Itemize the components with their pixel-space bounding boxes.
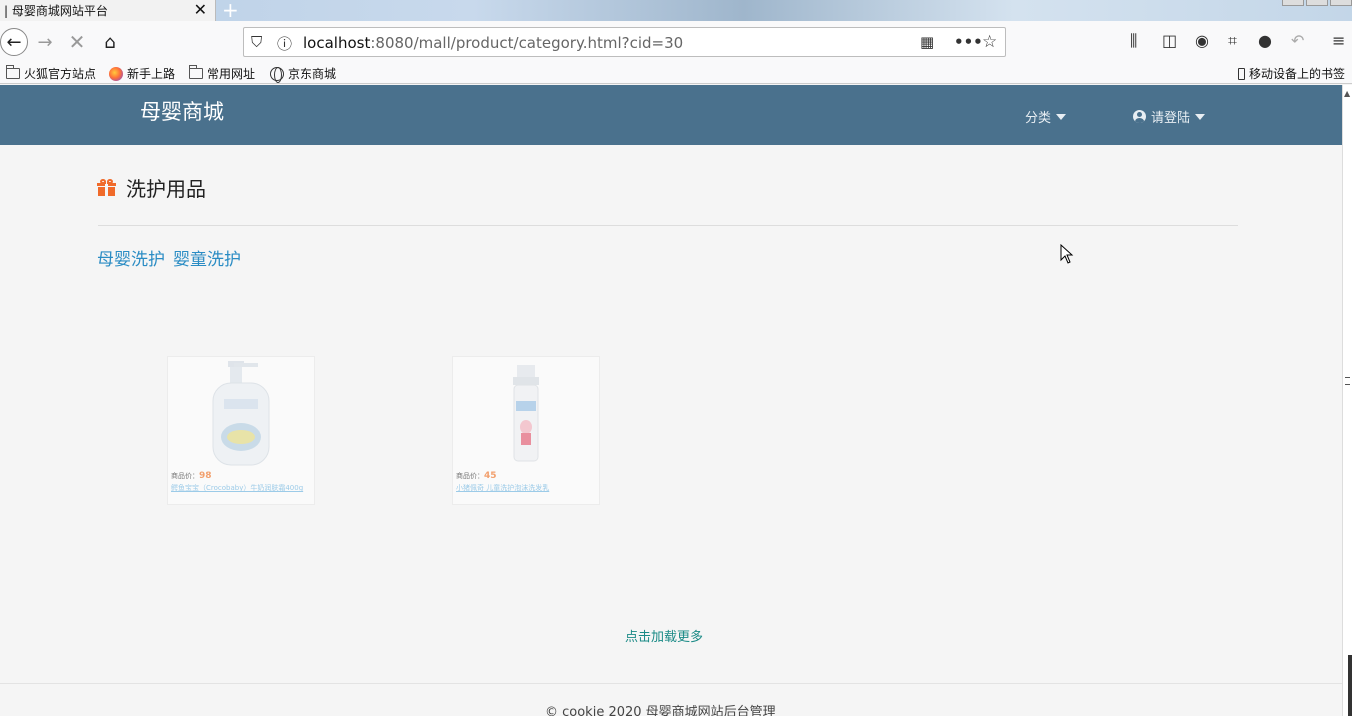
caret-down-icon: [1195, 113, 1206, 120]
login-menu-label: 请登陆: [1151, 111, 1191, 126]
subcategory-link[interactable]: 婴童洗护: [173, 245, 241, 270]
category-title: 洗护用品: [126, 177, 206, 201]
library-icon[interactable]: ⫼: [1130, 31, 1137, 51]
screenshot-crop-icon[interactable]: ⌗: [1228, 31, 1237, 51]
page-viewport: 母婴商城 分类 请登陆 洗护用品 母婴洗护 婴童洗护 商品价：98 鳄鱼宝宝（C…: [0, 85, 1342, 716]
category-menu[interactable]: 分类: [1025, 107, 1067, 126]
scroll-up-arrow-icon[interactable]: ▲: [1344, 89, 1350, 98]
account-icon[interactable]: ◉: [1195, 31, 1209, 50]
globe-icon: [270, 66, 284, 83]
site-brand[interactable]: 母婴商城: [140, 96, 224, 126]
bookmark-item[interactable]: 新手上路: [109, 65, 175, 82]
window-close-button[interactable]: [1330, 0, 1352, 6]
undo-icon[interactable]: ↶: [1291, 31, 1304, 50]
mobile-device-icon: [1238, 67, 1245, 80]
load-more-link[interactable]: 点击加载更多: [625, 626, 703, 645]
bookmark-item[interactable]: 火狐官方站点: [6, 65, 96, 82]
qr-code-icon[interactable]: ▦: [920, 33, 934, 51]
window-controls: [1282, 0, 1352, 6]
home-icon[interactable]: ⌂: [97, 29, 123, 55]
mouse-pointer-icon: [1060, 244, 1074, 264]
product-image[interactable]: [168, 357, 314, 469]
forward-arrow-icon[interactable]: →: [32, 29, 58, 55]
scroll-grip[interactable]: [1345, 377, 1350, 385]
bookmark-item[interactable]: 京东商城: [270, 65, 336, 83]
maximize-button[interactable]: [1306, 0, 1328, 6]
footer-divider: [0, 683, 1342, 684]
caret-down-icon: [1056, 113, 1067, 120]
shield-icon[interactable]: ⛉: [251, 33, 262, 51]
subcategory-list: 母婴洗护 婴童洗护: [97, 245, 241, 270]
mobile-bookmarks[interactable]: 移动设备上的书签: [1238, 65, 1345, 82]
site-header: 母婴商城 分类 请登陆: [0, 85, 1342, 145]
back-arrow-icon[interactable]: ←: [0, 28, 28, 56]
folder-icon: [189, 65, 203, 79]
gift-icon: [97, 179, 116, 196]
stop-loading-icon[interactable]: ✕: [64, 29, 90, 55]
tab-title: | 母婴商城网站平台: [4, 4, 108, 18]
product-image[interactable]: [453, 357, 599, 469]
navigation-toolbar: ← → ✕ ⌂ ⛉ ⓘ localhost:8080/mall/product/…: [0, 21, 1352, 62]
page-scrollbar[interactable]: ▲: [1342, 85, 1352, 716]
product-card[interactable]: 商品价：45 小猪佩奇 儿童洗护泡沫洗发乳: [452, 356, 600, 505]
scroll-thumb[interactable]: [1348, 655, 1352, 716]
product-name-link[interactable]: 小猪佩奇 儿童洗护泡沫洗发乳: [456, 483, 549, 493]
url-text[interactable]: localhost:8080/mall/product/category.htm…: [303, 34, 683, 52]
category-menu-label: 分类: [1025, 111, 1052, 126]
info-icon[interactable]: ⓘ: [277, 33, 292, 54]
chat-icon[interactable]: ●: [1258, 31, 1272, 50]
new-tab-icon[interactable]: +: [222, 0, 239, 22]
product-price: 商品价：98: [171, 471, 212, 481]
close-tab-icon[interactable]: ✕: [194, 0, 207, 20]
bookmark-item[interactable]: 常用网址: [189, 65, 255, 82]
user-circle-icon: [1133, 110, 1146, 123]
firefox-icon: [109, 66, 123, 81]
url-bar[interactable]: ⛉ ⓘ localhost:8080/mall/product/category…: [243, 27, 1006, 57]
product-name-link[interactable]: 鳄鱼宝宝（Crocobaby）牛奶润肤霜400g: [171, 483, 303, 493]
folder-icon: [6, 65, 20, 79]
product-price: 商品价：45: [456, 471, 497, 481]
category-heading: 洗护用品: [97, 173, 206, 202]
product-card[interactable]: 商品价：98 鳄鱼宝宝（Crocobaby）牛奶润肤霜400g: [167, 356, 315, 505]
sidebar-icon[interactable]: ◫: [1162, 31, 1177, 50]
hamburger-menu-icon[interactable]: ≡: [1332, 31, 1345, 50]
tab-strip: | 母婴商城网站平台 ✕ +: [0, 0, 1352, 22]
bookmarks-toolbar: 火狐官方站点 新手上路 常用网址 京东商城 移动设备上的书签: [0, 62, 1352, 84]
footer-text: © cookie 2020 母婴商城网站后台管理: [545, 705, 776, 716]
bookmark-star-icon[interactable]: ☆: [982, 32, 997, 52]
divider: [98, 225, 1238, 226]
browser-tab[interactable]: | 母婴商城网站平台 ✕: [0, 0, 216, 21]
page-actions-icon[interactable]: •••: [954, 33, 983, 51]
minimize-button[interactable]: [1282, 0, 1304, 6]
subcategory-link[interactable]: 母婴洗护: [97, 245, 165, 270]
login-menu[interactable]: 请登陆: [1133, 107, 1206, 126]
